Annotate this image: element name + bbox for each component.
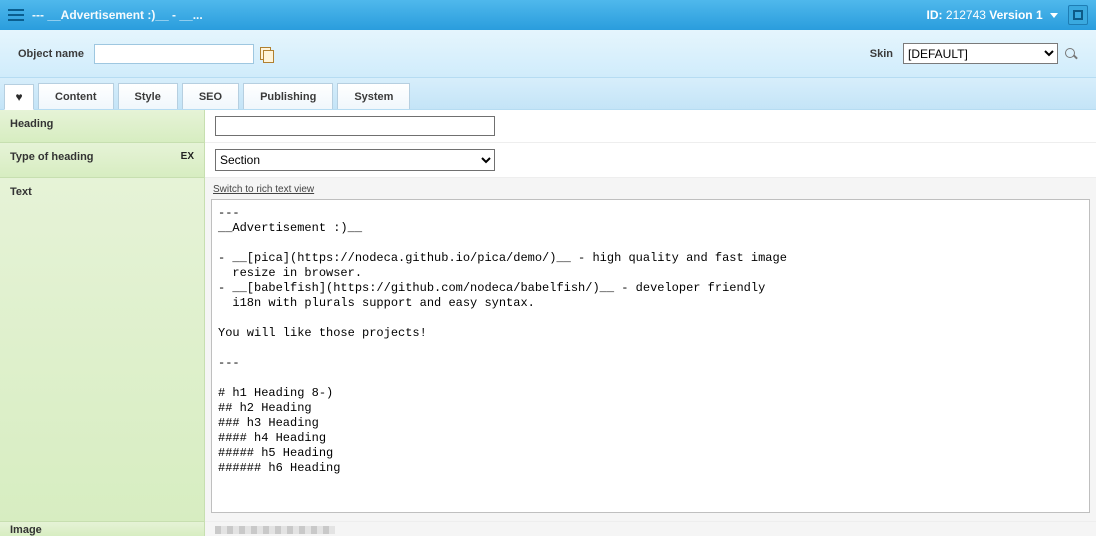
- object-name-label: Object name: [18, 48, 84, 60]
- object-id-block[interactable]: ID: 212743 Version 1: [927, 8, 1058, 22]
- ex-badge: EX: [181, 151, 194, 162]
- skin-select[interactable]: [DEFAULT]: [903, 43, 1058, 64]
- object-name-input[interactable]: [94, 44, 254, 64]
- tab-content[interactable]: Content: [38, 83, 114, 109]
- tab-seo[interactable]: SEO: [182, 83, 239, 109]
- tab-publishing[interactable]: Publishing: [243, 83, 333, 109]
- tab-label: SEO: [199, 91, 222, 103]
- row-text: Text Switch to rich text view: [0, 178, 1096, 522]
- object-toolbar: Object name Skin [DEFAULT]: [0, 30, 1096, 78]
- text-textarea[interactable]: [211, 199, 1090, 513]
- maximize-button[interactable]: [1068, 5, 1088, 25]
- tab-strip: ♥ Content Style SEO Publishing System: [0, 78, 1096, 110]
- id-label: ID:: [927, 8, 943, 22]
- text-label: Text: [0, 178, 205, 522]
- row-heading-type: Type of heading EX Section: [0, 143, 1096, 178]
- content-form: Heading Type of heading EX Section Text …: [0, 110, 1096, 536]
- row-heading: Heading: [0, 110, 1096, 143]
- row-image: Image: [0, 522, 1096, 536]
- heading-input[interactable]: [215, 116, 495, 136]
- window-title: --- __Advertisement :)__ - __...: [32, 8, 203, 22]
- image-placeholder: [215, 526, 335, 534]
- switch-rich-text-link[interactable]: Switch to rich text view: [211, 182, 316, 199]
- chevron-down-icon: [1050, 13, 1058, 18]
- tab-style[interactable]: Style: [118, 83, 178, 109]
- heading-label: Heading: [0, 110, 205, 143]
- tab-label: Content: [55, 91, 97, 103]
- image-label: Image: [0, 522, 205, 536]
- heading-type-select[interactable]: Section: [215, 149, 495, 171]
- tab-system[interactable]: System: [337, 83, 410, 109]
- version-label: Version 1: [989, 8, 1042, 22]
- heart-icon: ♥: [15, 90, 22, 104]
- window-titlebar: --- __Advertisement :)__ - __... ID: 212…: [0, 0, 1096, 30]
- skin-label: Skin: [870, 48, 893, 60]
- heading-type-label: Type of heading EX: [0, 143, 205, 178]
- copy-icon[interactable]: [260, 47, 274, 61]
- tab-label: System: [354, 91, 393, 103]
- tab-favorite[interactable]: ♥: [4, 84, 34, 110]
- tab-label: Publishing: [260, 91, 316, 103]
- search-icon[interactable]: [1064, 47, 1078, 61]
- menu-icon[interactable]: [8, 9, 24, 21]
- id-value: 212743: [946, 8, 986, 22]
- tab-label: Style: [135, 91, 161, 103]
